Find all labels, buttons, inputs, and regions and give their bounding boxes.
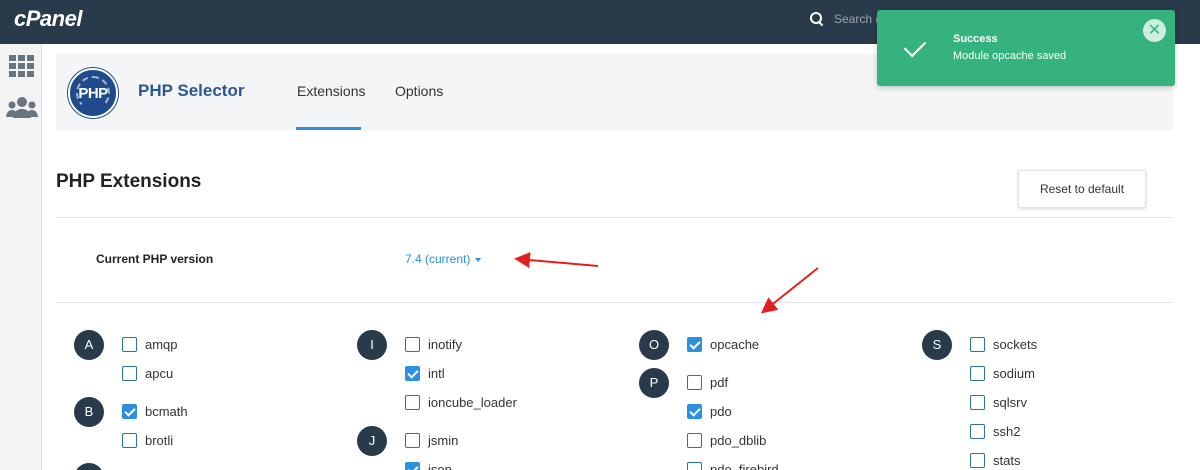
checkbox[interactable] bbox=[970, 395, 985, 410]
checkbox[interactable] bbox=[687, 404, 702, 419]
letter-badge-b: B bbox=[74, 397, 104, 427]
checkbox[interactable] bbox=[405, 433, 420, 448]
checkbox[interactable] bbox=[970, 366, 985, 381]
annotation-arrow-version bbox=[514, 252, 599, 269]
extension-sqlsrv[interactable]: sqlsrv bbox=[970, 395, 1027, 410]
apps-grid-icon[interactable] bbox=[9, 55, 35, 77]
extension-stats[interactable]: stats bbox=[970, 453, 1020, 468]
extension-inotify[interactable]: inotify bbox=[405, 337, 462, 352]
divider bbox=[56, 302, 1173, 303]
checkbox[interactable] bbox=[687, 337, 702, 352]
extension-label: apcu bbox=[145, 366, 174, 381]
extension-label: stats bbox=[993, 453, 1021, 468]
extension-label: pdo_dblib bbox=[710, 433, 767, 448]
extension-sockets[interactable]: sockets bbox=[970, 337, 1037, 352]
extension-label: brotli bbox=[145, 433, 174, 448]
checkbox[interactable] bbox=[970, 424, 985, 439]
extension-apcu[interactable]: apcu bbox=[122, 366, 173, 381]
extension-label: opcache bbox=[710, 337, 760, 352]
section-title: PHP Extensions bbox=[56, 171, 202, 192]
extension-amqp[interactable]: amqp bbox=[122, 337, 178, 352]
extension-label: sockets bbox=[993, 337, 1038, 352]
check-icon bbox=[903, 34, 927, 58]
extension-label: pdf bbox=[710, 375, 729, 390]
reset-to-default-button[interactable]: Reset to default bbox=[1018, 170, 1146, 208]
extension-bcmath[interactable]: bcmath bbox=[122, 404, 188, 419]
letter-badge-p: P bbox=[639, 368, 669, 398]
extension-label: ioncube_loader bbox=[428, 395, 517, 410]
extension-ioncube-loader[interactable]: ioncube_loader bbox=[405, 395, 517, 410]
extension-label: inotify bbox=[428, 337, 462, 352]
extension-label: jsmin bbox=[428, 433, 459, 448]
checkbox[interactable] bbox=[970, 453, 985, 468]
tab-extensions[interactable]: Extensions bbox=[297, 83, 365, 99]
extension-ssh2[interactable]: ssh2 bbox=[970, 424, 1020, 439]
extension-label: amqp bbox=[145, 337, 178, 352]
extension-pdo-dblib[interactable]: pdo_dblib bbox=[687, 433, 766, 448]
checkbox[interactable] bbox=[122, 366, 137, 381]
checkbox[interactable] bbox=[687, 433, 702, 448]
extension-label: ssh2 bbox=[993, 424, 1021, 439]
php-logo-icon: PHP bbox=[68, 68, 118, 118]
page-title: PHP Selector bbox=[138, 81, 245, 100]
letter-badge-i: I bbox=[357, 330, 387, 360]
extension-label: bcmath bbox=[145, 404, 188, 419]
users-icon[interactable] bbox=[6, 96, 38, 120]
divider bbox=[56, 217, 1173, 218]
extension-label: sodium bbox=[993, 366, 1035, 381]
cpanel-logo[interactable]: cPanel bbox=[14, 6, 82, 32]
search-icon[interactable] bbox=[810, 12, 824, 26]
search-box[interactable] bbox=[810, 12, 884, 26]
letter-badge-s: S bbox=[922, 330, 952, 360]
extension-brotli[interactable]: brotli bbox=[122, 433, 173, 448]
extension-label: pdo_firebird bbox=[710, 462, 779, 470]
letter-badge bbox=[74, 463, 104, 470]
extension-pdo[interactable]: pdo bbox=[687, 404, 732, 419]
caret-down-icon bbox=[475, 257, 482, 262]
success-toast: Success Module opcache saved bbox=[877, 10, 1175, 86]
extension-opcache[interactable]: opcache bbox=[687, 337, 759, 352]
extension-pdo-firebird[interactable]: pdo_firebird bbox=[687, 462, 779, 470]
php-version-label: Current PHP version bbox=[96, 252, 214, 266]
extension-intl[interactable]: intl bbox=[405, 366, 445, 381]
toast-title: Success bbox=[953, 33, 998, 45]
extension-label: sqlsrv bbox=[993, 395, 1027, 410]
extension-label: intl bbox=[428, 366, 445, 381]
extension-pdf[interactable]: pdf bbox=[687, 375, 728, 390]
extension-sodium[interactable]: sodium bbox=[970, 366, 1035, 381]
toast-message: Module opcache saved bbox=[953, 50, 1067, 62]
checkbox[interactable] bbox=[970, 337, 985, 352]
checkbox[interactable] bbox=[122, 337, 137, 352]
letter-badge-a: A bbox=[74, 330, 104, 360]
extension-label: pdo bbox=[710, 404, 732, 419]
annotation-arrow-opcache bbox=[760, 267, 819, 314]
extension-jsmin[interactable]: jsmin bbox=[405, 433, 458, 448]
php-version-dropdown[interactable]: 7.4 (current) bbox=[405, 252, 482, 266]
checkbox[interactable] bbox=[405, 395, 420, 410]
close-icon[interactable]: ✕ bbox=[1143, 19, 1166, 42]
letter-badge-j: J bbox=[357, 426, 387, 456]
php-version-value: 7.4 (current) bbox=[405, 252, 471, 266]
checkbox[interactable] bbox=[405, 366, 420, 381]
checkbox[interactable] bbox=[405, 462, 420, 470]
checkbox[interactable] bbox=[122, 433, 137, 448]
active-tab-indicator bbox=[296, 127, 361, 130]
checkbox[interactable] bbox=[122, 404, 137, 419]
checkbox[interactable] bbox=[687, 375, 702, 390]
php-logo-text: PHP bbox=[78, 85, 108, 102]
checkbox[interactable] bbox=[687, 462, 702, 470]
tab-options[interactable]: Options bbox=[395, 83, 443, 99]
checkbox[interactable] bbox=[405, 337, 420, 352]
extension-json[interactable]: json bbox=[405, 462, 452, 470]
left-rail bbox=[0, 44, 42, 470]
letter-badge-o: O bbox=[639, 330, 669, 360]
extension-label: json bbox=[428, 462, 452, 470]
